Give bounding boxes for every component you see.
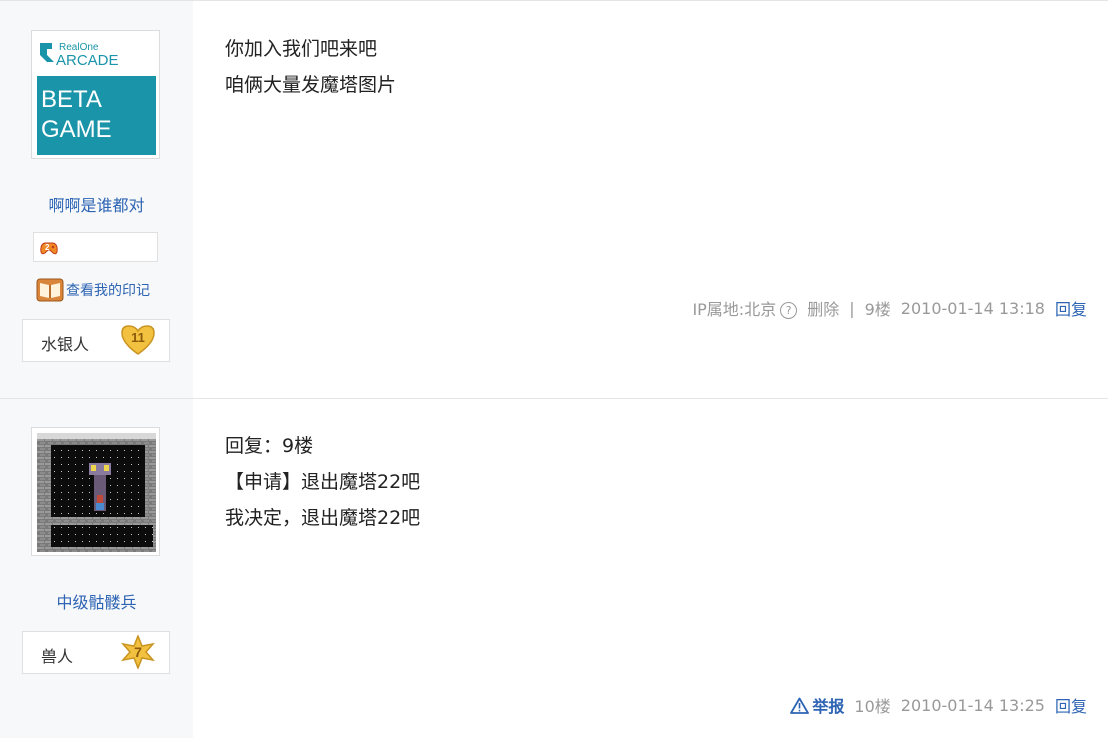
stamp-link-label: 查看我的印记 (66, 283, 150, 299)
svg-text:2: 2 (45, 243, 50, 252)
reply-link[interactable]: 回复 (1055, 693, 1087, 717)
content-line: 回复：9楼 (225, 435, 314, 457)
question-circle-icon[interactable]: ? (780, 302, 798, 319)
level-name: 兽人 (41, 647, 74, 666)
report-label: 举报 (812, 697, 845, 716)
svg-text:11: 11 (131, 330, 145, 345)
separator: | (849, 298, 855, 318)
content-line: 咱俩大量发魔塔图片 (225, 74, 397, 96)
view-my-stamps-link[interactable]: 查看我的印记 (36, 277, 150, 303)
post-floor-10: 中级骷髅兵 兽人 7 回复：9楼 【申请】退出魔塔22吧 我决定，退出魔塔22吧… (0, 398, 1108, 738)
ip-location-label: IP属地:北京 (692, 300, 777, 319)
content-line: 【申请】退出魔塔22吧 (225, 471, 421, 493)
magic-tower-avatar-image (37, 433, 156, 552)
post-tail: IP属地:北京? 删除 | 9楼 2010-01-14 13:18 回复 (692, 296, 1087, 320)
author-username[interactable]: 啊啊是谁都对 (0, 192, 193, 216)
warning-triangle-icon (790, 697, 810, 714)
post-floor-9: RealOne ARCADE BETA GAME 啊啊是谁都对 2 查看我的印记… (0, 0, 1108, 398)
content-line: 我决定，退出魔塔22吧 (225, 507, 421, 529)
report-button[interactable]: 举报 (790, 693, 844, 717)
post-time: 2010-01-14 13:18 (900, 298, 1045, 318)
floor-number: 10楼 (854, 697, 891, 716)
delete-link[interactable]: 删除 (807, 296, 839, 320)
user-icon-box: 2 (33, 232, 158, 262)
svg-text:BETA: BETA (41, 86, 102, 113)
post-tail: 举报 10楼 2010-01-14 13:25 回复 (790, 693, 1087, 717)
author-sidebar: 中级骷髅兵 兽人 7 (0, 399, 193, 738)
level-box[interactable]: 兽人 7 (22, 631, 170, 674)
post-content: 回复：9楼 【申请】退出魔塔22吧 我决定，退出魔塔22吧 (225, 428, 420, 536)
game-controller-icon[interactable]: 2 (39, 238, 59, 256)
svg-text:GAME: GAME (41, 116, 112, 143)
floor-number: 9楼 (864, 300, 891, 319)
open-book-icon (36, 278, 64, 302)
author-sidebar: RealOne ARCADE BETA GAME 啊啊是谁都对 2 查看我的印记… (0, 1, 193, 398)
avatar[interactable] (31, 427, 160, 556)
level-box[interactable]: 水银人 11 (22, 319, 170, 362)
heart-badge-icon: 11 (121, 325, 155, 355)
svg-text:7: 7 (134, 644, 142, 660)
author-username[interactable]: 中级骷髅兵 (0, 589, 193, 613)
level-name: 水银人 (41, 335, 90, 354)
star-badge-icon: 7 (121, 635, 155, 669)
avatar[interactable]: RealOne ARCADE BETA GAME (31, 30, 160, 159)
post-time: 2010-01-14 13:25 (900, 695, 1045, 715)
reply-link[interactable]: 回复 (1055, 296, 1087, 320)
svg-text:ARCADE: ARCADE (56, 52, 119, 69)
ip-location: IP属地:北京? (692, 296, 798, 320)
post-content: 你加入我们吧来吧 咱俩大量发魔塔图片 (225, 31, 396, 103)
realone-arcade-avatar-image: RealOne ARCADE BETA GAME (37, 36, 156, 155)
content-line: 你加入我们吧来吧 (225, 38, 378, 60)
